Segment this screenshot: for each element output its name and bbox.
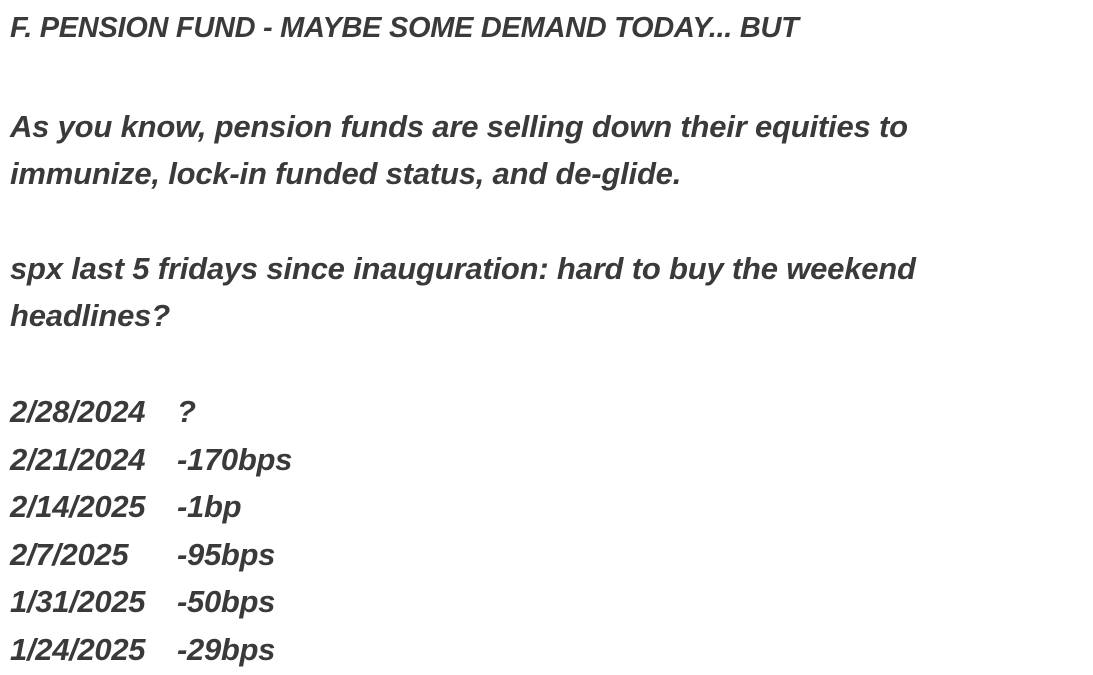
row-date: 1/24/2025 [10, 631, 146, 667]
row-date: 2/28/2024 [10, 394, 146, 429]
section-heading: F. PENSION FUND - MAYBE SOME DEMAND TODA… [10, 12, 799, 44]
row-value: -29bps [177, 631, 276, 667]
row-value: -1bp [177, 489, 242, 524]
friday-returns-list: 2/28/2024 ? 2/21/2024 -170bps 2/14/2025 … [10, 388, 292, 673]
paragraph-pension-funds: As you know, pension funds are selling d… [10, 103, 908, 197]
list-item: 2/14/2025 -1bp [10, 483, 292, 531]
list-item: 1/24/2025 -29bps [10, 626, 292, 674]
list-item: 2/28/2024 ? [10, 388, 292, 436]
row-value: ? [177, 394, 196, 429]
paragraph-line: As you know, pension funds are selling d… [10, 109, 908, 144]
list-item: 2/7/2025 -95bps [10, 531, 292, 579]
row-date: 2/7/2025 [10, 536, 129, 572]
list-item: 2/21/2024 -170bps [10, 436, 292, 484]
row-date: 2/14/2025 [10, 489, 146, 524]
paragraph-line: headlines? [10, 298, 170, 333]
row-value: -95bps [177, 536, 276, 572]
row-date: 1/31/2025 [10, 584, 146, 619]
row-date: 2/21/2024 [10, 441, 146, 477]
paragraph-line: spx last 5 fridays since inauguration: h… [10, 251, 916, 286]
row-value: -50bps [177, 584, 276, 619]
paragraph-spx-fridays: spx last 5 fridays since inauguration: h… [10, 245, 916, 339]
list-item: 1/31/2025 -50bps [10, 578, 292, 626]
row-value: -170bps [177, 441, 293, 477]
paragraph-line: immunize, lock-in funded status, and de-… [10, 156, 682, 191]
